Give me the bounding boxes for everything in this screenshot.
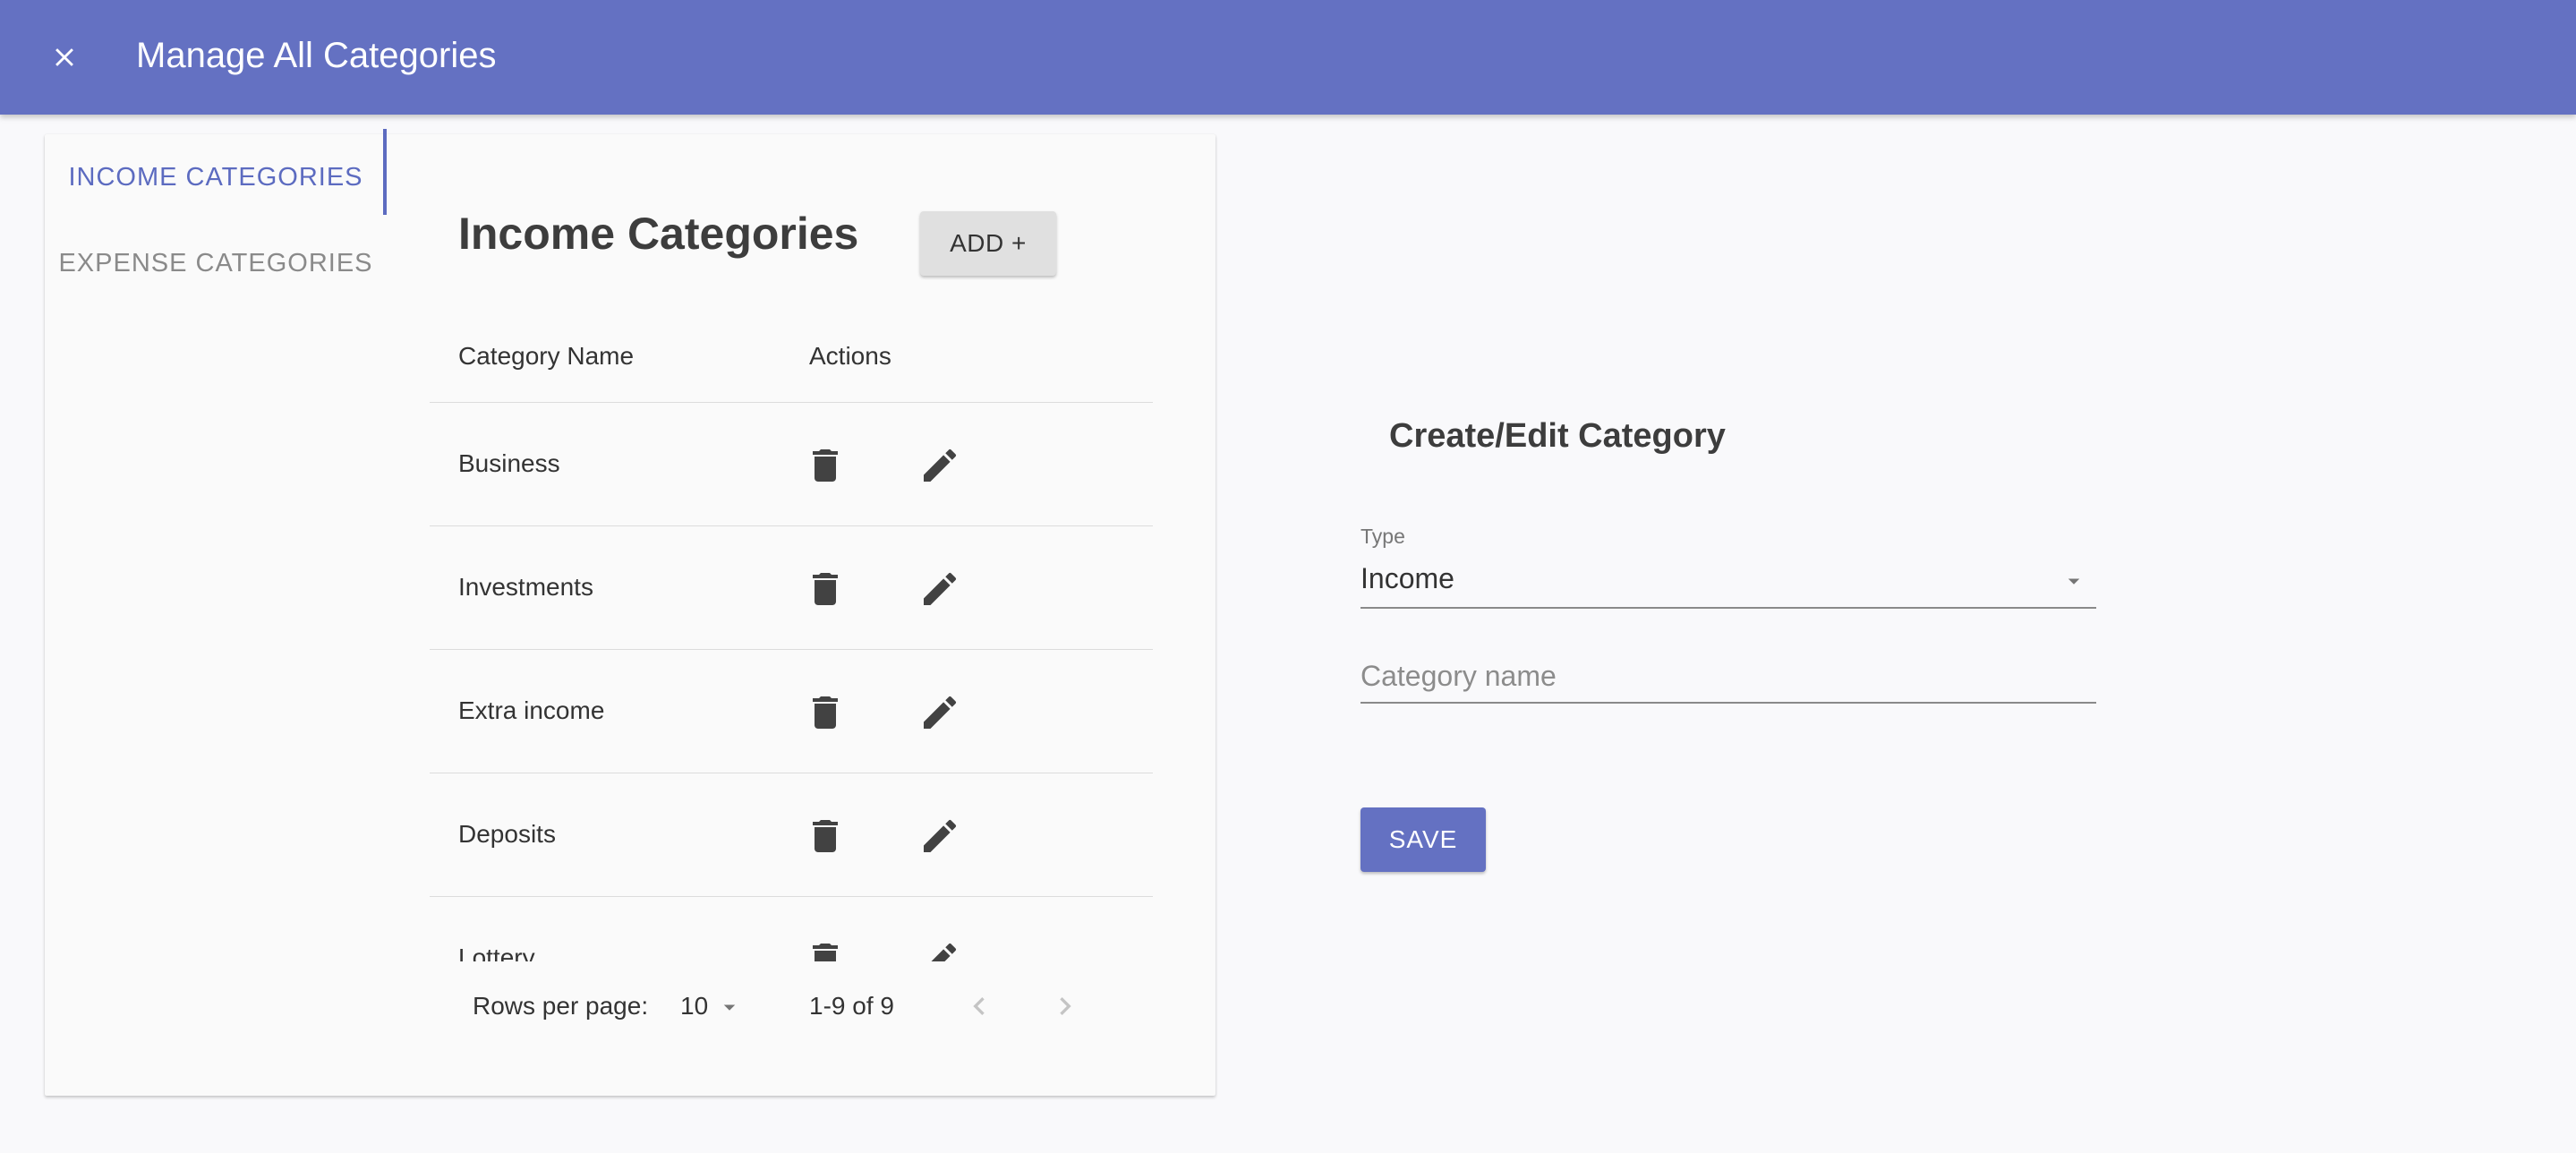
table-row: Lottery — [430, 897, 1153, 961]
previous-page-button[interactable] — [961, 988, 997, 1024]
edit-icon — [931, 943, 957, 961]
category-name-cell: Extra income — [458, 696, 605, 724]
category-name-cell: Lottery — [458, 944, 535, 961]
delete-icon — [813, 820, 838, 852]
column-header-category-name: Category Name — [458, 342, 635, 370]
edit-button[interactable] — [918, 938, 961, 961]
column-header-actions: Actions — [809, 342, 891, 370]
table-row: Deposits — [430, 773, 1153, 897]
delete-button[interactable] — [804, 568, 847, 611]
categories-table: Category Name Actions Business Investment… — [430, 310, 1153, 961]
delete-icon — [813, 573, 838, 605]
categories-card: INCOME CATEGORIES EXPENSE CATEGORIES Inc… — [45, 129, 1215, 1096]
rows-per-page-dropdown-icon[interactable] — [716, 994, 743, 1021]
edit-button[interactable] — [918, 815, 961, 858]
table-row: Extra income — [430, 650, 1153, 773]
table-row: Business — [430, 403, 1153, 526]
delete-button[interactable] — [804, 938, 847, 961]
table-pagination: Rows per page: 10 1-9 of 9 — [430, 961, 1153, 1051]
edit-button[interactable] — [918, 444, 961, 487]
category-tabs: INCOME CATEGORIES EXPENSE CATEGORIES — [45, 129, 387, 313]
form-title: Create/Edit Category — [1389, 417, 1726, 455]
active-tab-indicator — [383, 129, 387, 215]
rows-per-page-select[interactable]: 10 — [680, 992, 708, 1021]
close-button[interactable] — [43, 36, 86, 79]
rows-per-page-label: Rows per page: — [473, 992, 649, 1020]
next-page-button[interactable] — [1047, 988, 1083, 1024]
type-select[interactable]: Income — [1361, 555, 2096, 609]
pagination-range: 1-9 of 9 — [809, 992, 894, 1020]
table-row: Investments — [430, 526, 1153, 650]
delete-icon — [813, 696, 838, 729]
delete-button[interactable] — [804, 815, 847, 858]
edit-icon — [924, 696, 957, 729]
edit-button[interactable] — [918, 568, 961, 611]
type-field-label: Type — [1361, 525, 1405, 548]
delete-icon — [813, 449, 838, 482]
category-name-cell: Investments — [458, 573, 593, 601]
app-bar: Manage All Categories — [0, 0, 2576, 115]
edit-icon — [924, 572, 957, 605]
chevron-left-icon — [973, 997, 985, 1015]
dropdown-arrow-icon — [2068, 578, 2080, 585]
delete-icon — [813, 944, 838, 961]
category-name-input[interactable] — [1361, 650, 2096, 704]
edit-icon — [924, 819, 957, 852]
chevron-right-icon — [1060, 997, 1071, 1015]
section-title: Income Categories — [458, 209, 859, 259]
edit-button[interactable] — [918, 691, 961, 734]
delete-button[interactable] — [804, 444, 847, 487]
edit-icon — [924, 448, 957, 482]
add-category-button[interactable]: ADD + — [920, 211, 1056, 276]
category-name-cell: Business — [458, 449, 560, 477]
tab-income-categories[interactable]: INCOME CATEGORIES — [45, 134, 387, 220]
dialog-title: Manage All Categories — [136, 36, 497, 75]
close-icon — [55, 48, 73, 66]
type-select-value: Income — [1361, 562, 1454, 594]
save-button[interactable]: SAVE — [1361, 807, 1486, 872]
table-header: Category Name Actions — [430, 310, 1153, 403]
table-body: Business Investments Extra income Deposits L… — [430, 403, 1153, 961]
delete-button[interactable] — [804, 691, 847, 734]
category-name-cell: Deposits — [458, 820, 556, 848]
tab-expense-categories[interactable]: EXPENSE CATEGORIES — [45, 220, 387, 306]
